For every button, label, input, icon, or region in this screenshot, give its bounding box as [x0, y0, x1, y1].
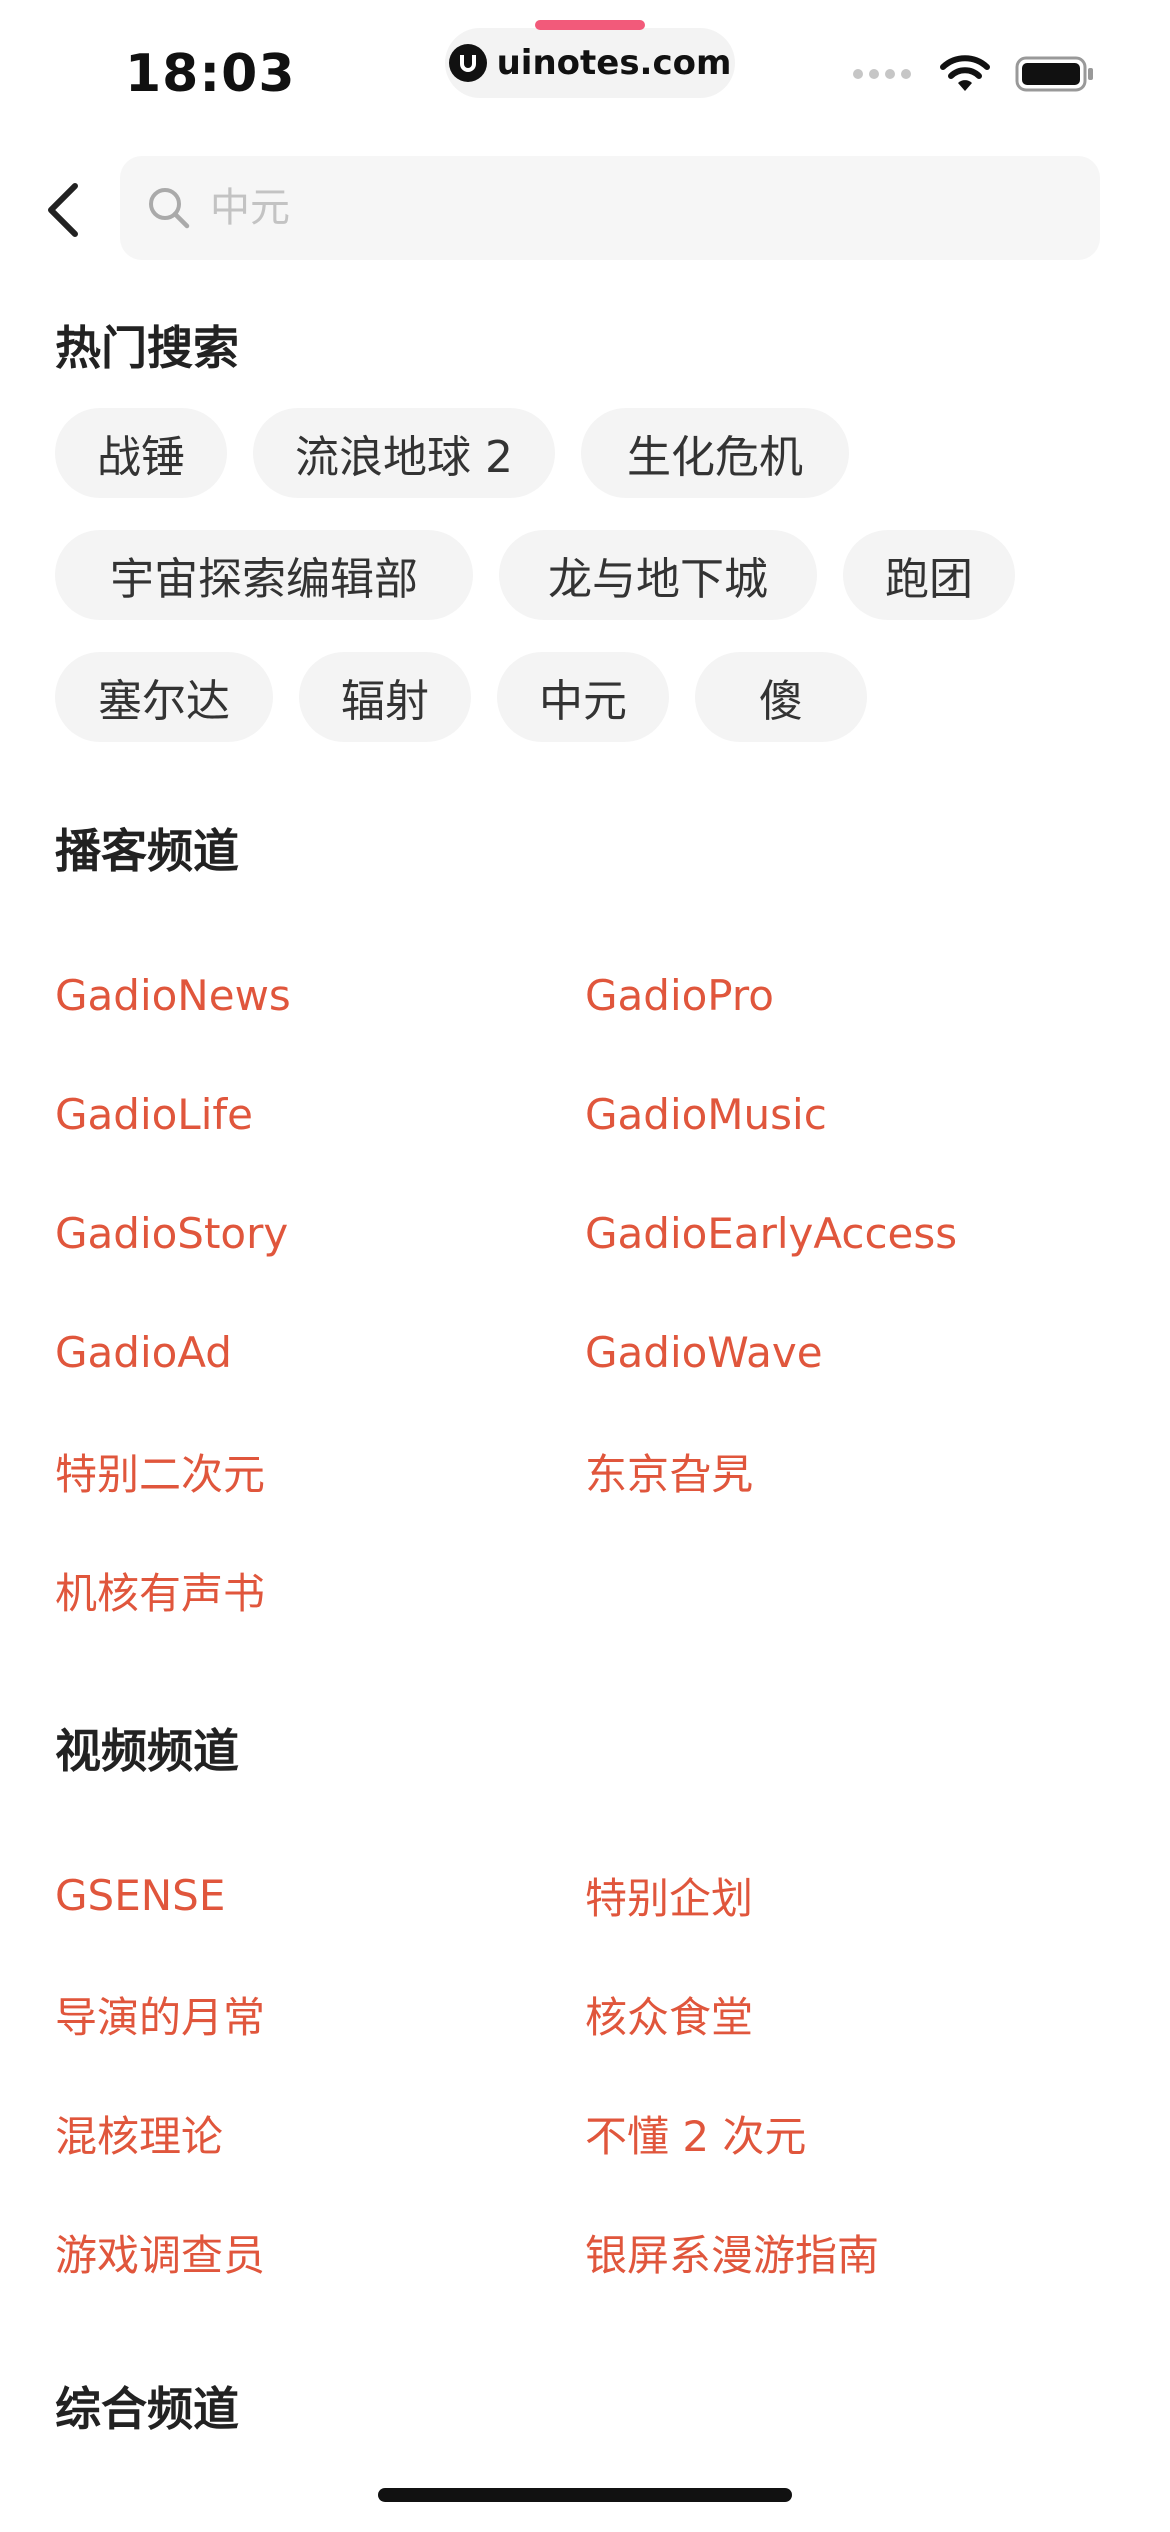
hot-search-title: 热门搜索 — [55, 321, 239, 375]
search-input[interactable] — [208, 184, 1012, 232]
tag-item[interactable]: 傻 — [695, 652, 867, 742]
channel-link[interactable]: GadioLife — [55, 1055, 585, 1174]
tag-row: 战锤 流浪地球 2 生化危机 — [55, 408, 1115, 498]
url-pill: uinotes.com — [445, 20, 735, 98]
tag-item[interactable]: 跑团 — [843, 530, 1015, 620]
channel-link[interactable]: GadioStory — [55, 1174, 585, 1293]
tag-item[interactable]: 辐射 — [299, 652, 471, 742]
tag-item[interactable]: 塞尔达 — [55, 652, 273, 742]
video-channel-list: GSENSE 特别企划 导演的月常 核众食堂 混核理论 不懂 2 次元 游戏调查… — [55, 1836, 1115, 2312]
channel-link[interactable]: GadioPro — [585, 936, 1115, 1055]
home-indicator — [378, 2488, 792, 2502]
channel-link[interactable]: 混核理论 — [55, 2074, 585, 2193]
search-icon — [149, 188, 190, 229]
tag-item[interactable]: 战锤 — [55, 408, 227, 498]
channel-link[interactable]: 游戏调查员 — [55, 2193, 585, 2312]
uinotes-logo-icon — [448, 44, 487, 82]
channel-link[interactable]: GadioMusic — [585, 1055, 1115, 1174]
channel-link[interactable]: GadioEarlyAccess — [585, 1174, 1115, 1293]
tag-item[interactable]: 中元 — [497, 652, 669, 742]
status-time: 18:03 — [125, 44, 296, 104]
podcast-channel-list: GadioNews GadioPro GadioLife GadioMusic … — [55, 936, 1115, 1650]
tag-row: 塞尔达 辐射 中元 傻 — [55, 652, 1115, 742]
search-page: 18:03 uinotes.com 中元 热门搜索 战锤 流浪地球 2 生化危机… — [0, 0, 1170, 2532]
cellular-signal-icon — [853, 69, 911, 79]
general-channels-title: 综合频道 — [55, 2382, 239, 2436]
podcast-channels-title: 播客频道 — [55, 824, 239, 878]
url-accent-bar — [535, 20, 645, 30]
wifi-icon — [940, 55, 990, 91]
battery-icon — [1015, 56, 1093, 92]
search-box[interactable] — [120, 156, 1100, 260]
channel-link[interactable]: 东京旮旯 — [585, 1412, 1115, 1531]
channel-link[interactable]: GadioNews — [55, 936, 585, 1055]
tag-item[interactable]: 生化危机 — [581, 408, 849, 498]
tag-item[interactable]: 龙与地下城 — [499, 530, 817, 620]
chevron-left-icon — [48, 183, 78, 237]
back-button[interactable] — [38, 170, 88, 250]
channel-link[interactable]: GadioAd — [55, 1293, 585, 1412]
tag-row: 宇宙探索编辑部 龙与地下城 跑团 — [55, 530, 1115, 620]
channel-link[interactable]: 机核有声书 — [55, 1531, 585, 1650]
channel-link[interactable]: 银屏系漫游指南 — [585, 2193, 1115, 2312]
channel-link[interactable]: GadioWave — [585, 1293, 1115, 1412]
channel-link[interactable]: 导演的月常 — [55, 1955, 585, 2074]
status-bar: 18:03 uinotes.com — [0, 0, 1170, 140]
status-icons — [853, 55, 1095, 93]
channel-link[interactable]: 特别二次元 — [55, 1412, 585, 1531]
tag-item[interactable]: 宇宙探索编辑部 — [55, 530, 473, 620]
video-channels-title: 视频频道 — [55, 1724, 239, 1778]
channel-link[interactable]: 核众食堂 — [585, 1955, 1115, 2074]
url-text: uinotes.com — [496, 43, 732, 83]
channel-link[interactable]: 不懂 2 次元 — [585, 2074, 1115, 2193]
hot-search-tags: 战锤 流浪地球 2 生化危机 宇宙探索编辑部 龙与地下城 跑团 塞尔达 辐射 中… — [55, 408, 1115, 774]
tag-item[interactable]: 流浪地球 2 — [253, 408, 555, 498]
channel-link[interactable]: GSENSE — [55, 1836, 585, 1955]
channel-link[interactable]: 特别企划 — [585, 1836, 1115, 1955]
